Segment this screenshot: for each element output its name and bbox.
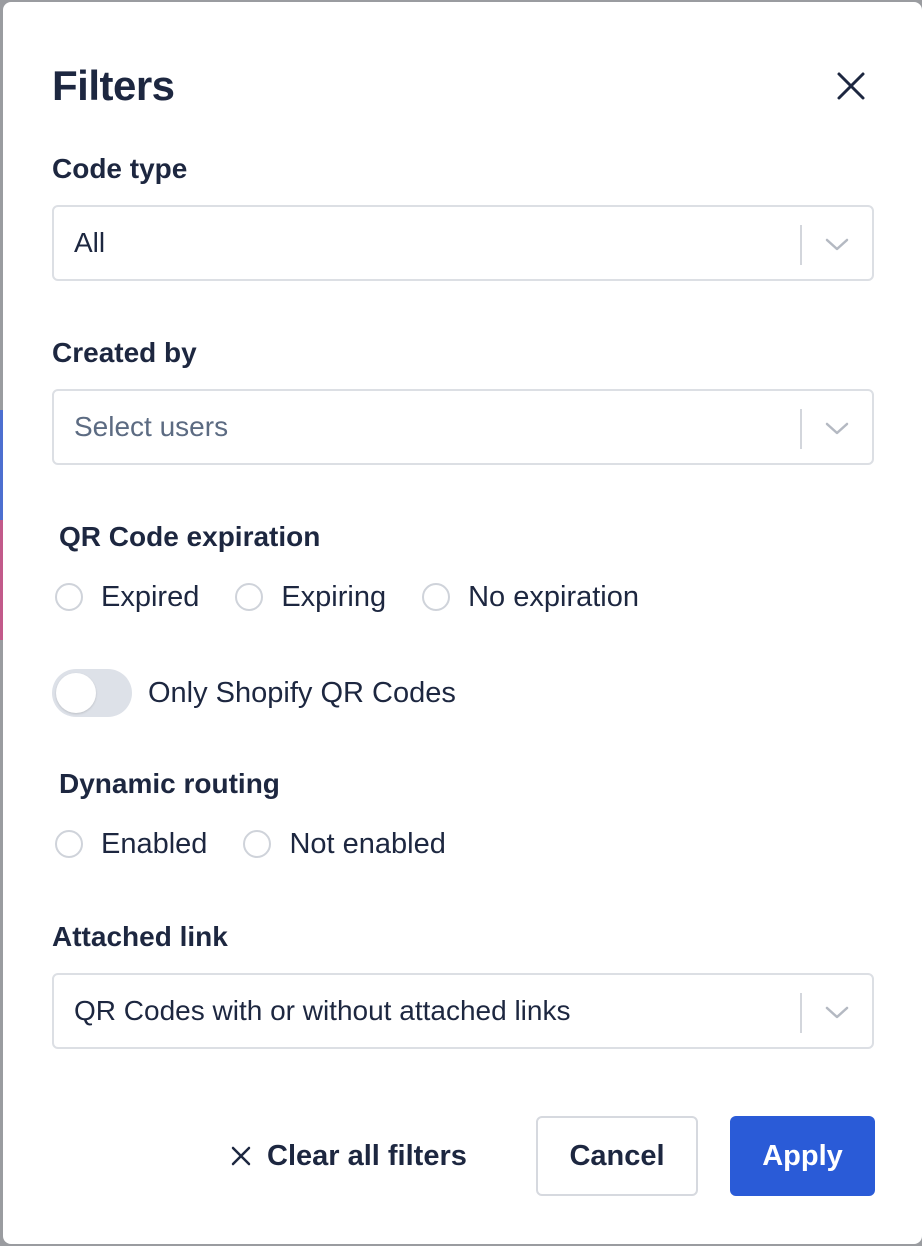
modal-footer: Clear all filters Cancel Apply	[3, 1116, 922, 1196]
created-by-select[interactable]: Select users	[52, 389, 874, 465]
code-type-select[interactable]: All	[52, 205, 874, 281]
cancel-button[interactable]: Cancel	[536, 1116, 698, 1196]
select-divider	[800, 409, 802, 449]
radio-label: No expiration	[468, 580, 639, 613]
toggle-knob	[56, 673, 96, 713]
shopify-toggle[interactable]	[52, 669, 132, 717]
modal-title: Filters	[52, 62, 175, 109]
radio-enabled[interactable]: Enabled	[55, 828, 207, 861]
radio-no-expiration[interactable]: No expiration	[422, 581, 639, 614]
close-icon	[837, 72, 865, 100]
expiration-label: QR Code expiration	[59, 521, 321, 552]
code-type-value: All	[74, 227, 106, 258]
radio-circle[interactable]	[235, 583, 264, 611]
radio-circle[interactable]	[422, 583, 451, 611]
code-type-label: Code type	[52, 153, 188, 184]
radio-label: Not enabled	[289, 827, 446, 860]
radio-expired[interactable]: Expired	[55, 581, 199, 614]
attached-link-value: QR Codes with or without attached links	[74, 995, 571, 1026]
chevron-down-icon	[825, 1006, 849, 1019]
filters-modal: Filters Code type All Created by Select …	[3, 2, 922, 1244]
radio-label: Enabled	[101, 827, 208, 860]
attached-link-label: Attached link	[52, 921, 228, 952]
expiration-radio-group: Expired Expiring No expiration	[55, 577, 675, 617]
created-by-label: Created by	[52, 337, 197, 368]
close-icon	[229, 1144, 253, 1168]
radio-circle[interactable]	[55, 830, 83, 858]
attached-link-select[interactable]: QR Codes with or without attached links	[52, 973, 874, 1049]
radio-expiring[interactable]: Expiring	[235, 581, 386, 614]
dynamic-routing-radio-group: Enabled Not enabled	[55, 824, 482, 864]
radio-label: Expiring	[281, 580, 387, 613]
dynamic-routing-label: Dynamic routing	[59, 768, 280, 799]
select-divider	[800, 225, 802, 265]
clear-all-filters-button[interactable]: Clear all filters	[229, 1116, 467, 1196]
close-button[interactable]	[829, 64, 873, 108]
radio-circle[interactable]	[243, 830, 272, 858]
select-divider	[800, 993, 802, 1033]
chevron-down-icon	[825, 238, 849, 251]
clear-all-filters-label: Clear all filters	[267, 1139, 467, 1172]
chevron-down-icon	[825, 422, 849, 435]
apply-button[interactable]: Apply	[730, 1116, 875, 1196]
created-by-placeholder: Select users	[74, 411, 229, 442]
radio-label: Expired	[101, 580, 200, 613]
radio-circle[interactable]	[55, 583, 83, 611]
shopify-toggle-label: Only Shopify QR Codes	[148, 676, 456, 709]
radio-not-enabled[interactable]: Not enabled	[243, 827, 446, 861]
shopify-toggle-row: Only Shopify QR Codes	[52, 668, 456, 718]
